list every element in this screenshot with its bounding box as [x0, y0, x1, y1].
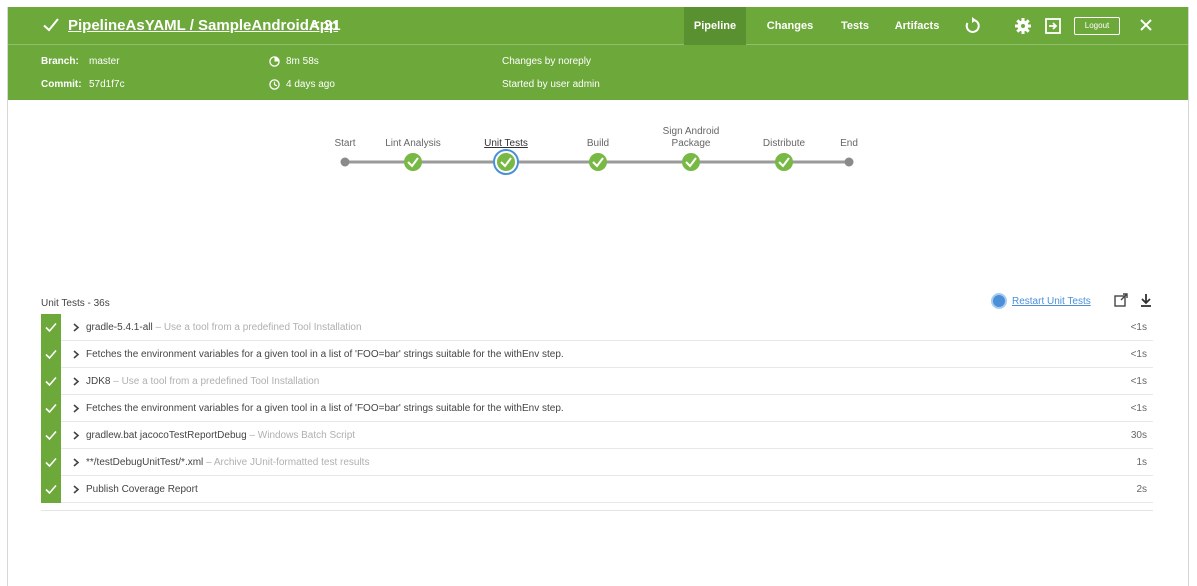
step-duration: <1s	[1130, 322, 1147, 333]
step-status-bar	[41, 476, 61, 503]
step-list-footer	[41, 503, 1153, 511]
open-classic-icon[interactable]	[1044, 17, 1062, 35]
stage-node-end	[844, 157, 854, 167]
started-by: Started by user admin	[502, 79, 600, 90]
restart-stage-button[interactable]: Restart Unit Tests	[991, 292, 1091, 310]
commit-hash: 57d1f7c	[89, 79, 125, 90]
started-time: 4 days ago	[286, 79, 335, 90]
stage-label-lint-analysis[interactable]: Lint Analysis	[368, 138, 458, 150]
step-row[interactable]: gradlew.bat jacocoTestReportDebug – Wind…	[41, 422, 1153, 449]
step-row[interactable]: JDK8 – Use a tool from a predefined Tool…	[41, 368, 1153, 395]
run-number: < 21	[311, 17, 341, 34]
success-check-icon	[45, 430, 57, 441]
run-header: PipelineAsYAML / SampleAndroidApp < 21 P…	[8, 7, 1188, 100]
chevron-right-icon[interactable]	[72, 485, 80, 494]
step-status-bar	[41, 368, 61, 395]
pipeline-graph: Start Lint Analysis Unit Tests Build Sig…	[8, 100, 1188, 280]
step-label: gradlew.bat jacocoTestReportDebug – Wind…	[86, 430, 356, 441]
stage-node-build[interactable]	[589, 153, 607, 171]
duration: 8m 58s	[286, 56, 319, 67]
stage-node-distribute[interactable]	[775, 153, 793, 171]
gear-icon[interactable]	[1014, 17, 1032, 35]
tab-pipeline[interactable]: Pipeline	[684, 7, 746, 45]
stage-duration-title: Unit Tests - 36s	[41, 298, 110, 309]
step-status-bar	[41, 395, 61, 422]
logout-button[interactable]: Logout	[1074, 17, 1120, 35]
chevron-right-icon[interactable]	[72, 377, 80, 386]
pipeline-run-window: PipelineAsYAML / SampleAndroidApp < 21 P…	[7, 7, 1189, 586]
step-list: gradle-5.4.1-all – Use a tool from a pre…	[41, 314, 1153, 511]
chevron-right-icon[interactable]	[72, 404, 80, 413]
step-row[interactable]: **/testDebugUnitTest/*.xml – Archive JUn…	[41, 449, 1153, 476]
tab-changes[interactable]: Changes	[760, 7, 820, 45]
step-row[interactable]: Fetches the environment variables for a …	[41, 341, 1153, 368]
step-status-bar	[41, 314, 61, 341]
step-duration: <1s	[1130, 349, 1147, 360]
open-external-icon[interactable]	[1113, 292, 1129, 308]
step-label: Fetches the environment variables for a …	[86, 349, 564, 360]
chevron-right-icon[interactable]	[72, 323, 80, 332]
step-label: Fetches the environment variables for a …	[86, 403, 564, 414]
success-check-icon	[45, 376, 57, 387]
step-row[interactable]: gradle-5.4.1-all – Use a tool from a pre…	[41, 314, 1153, 341]
restart-icon	[991, 293, 1007, 309]
stage-label-end: End	[840, 138, 858, 149]
chevron-right-icon[interactable]	[72, 458, 80, 467]
stage-label-sign-android-package[interactable]: Sign Android Package	[646, 126, 736, 150]
step-label: Publish Coverage Report	[86, 484, 198, 495]
rerun-icon[interactable]	[963, 17, 981, 35]
step-label: JDK8 – Use a tool from a predefined Tool…	[86, 376, 320, 387]
pipeline-graph-svg	[340, 149, 854, 175]
duration-icon	[269, 56, 280, 67]
success-check-icon	[45, 484, 57, 495]
step-duration: 1s	[1136, 457, 1147, 468]
clock-icon	[269, 79, 280, 90]
step-status-bar	[41, 449, 61, 476]
download-icon[interactable]	[1138, 292, 1154, 308]
step-duration: 30s	[1130, 430, 1147, 441]
header-top-bar: PipelineAsYAML / SampleAndroidApp < 21 P…	[8, 7, 1188, 45]
step-duration: <1s	[1130, 376, 1147, 387]
step-duration: <1s	[1130, 403, 1147, 414]
chevron-right-icon[interactable]	[72, 350, 80, 359]
pipeline-title-link[interactable]: PipelineAsYAML / SampleAndroidApp	[68, 17, 338, 34]
tab-tests[interactable]: Tests	[834, 7, 876, 45]
step-status-bar	[41, 422, 61, 449]
branch-link[interactable]: master	[89, 56, 120, 67]
branch-label: Branch:	[41, 56, 79, 67]
step-row[interactable]: Publish Coverage Report 2s	[41, 476, 1153, 503]
stage-label-build[interactable]: Build	[553, 138, 643, 150]
success-check-icon	[45, 349, 57, 360]
stage-node-start	[340, 157, 350, 167]
success-check-icon	[45, 403, 57, 414]
commit-label: Commit:	[41, 79, 82, 90]
stage-node-sign-android-package[interactable]	[682, 153, 700, 171]
step-duration: 2s	[1136, 484, 1147, 495]
stage-node-lint-analysis[interactable]	[404, 153, 422, 171]
step-row[interactable]: Fetches the environment variables for a …	[41, 395, 1153, 422]
stage-label-unit-tests[interactable]: Unit Tests	[461, 138, 551, 150]
restart-stage-label: Restart Unit Tests	[1012, 295, 1091, 307]
chevron-right-icon[interactable]	[72, 431, 80, 440]
tab-artifacts[interactable]: Artifacts	[888, 7, 946, 45]
success-check-icon	[45, 457, 57, 468]
close-icon[interactable]	[1136, 15, 1156, 35]
step-label: gradle-5.4.1-all – Use a tool from a pre…	[86, 322, 362, 333]
success-check-icon	[43, 18, 59, 32]
success-check-icon	[45, 322, 57, 333]
step-status-bar	[41, 341, 61, 368]
changes-by: Changes by noreply	[502, 56, 591, 67]
stage-node-unit-tests[interactable]	[493, 149, 519, 175]
step-label: **/testDebugUnitTest/*.xml – Archive JUn…	[86, 457, 370, 468]
